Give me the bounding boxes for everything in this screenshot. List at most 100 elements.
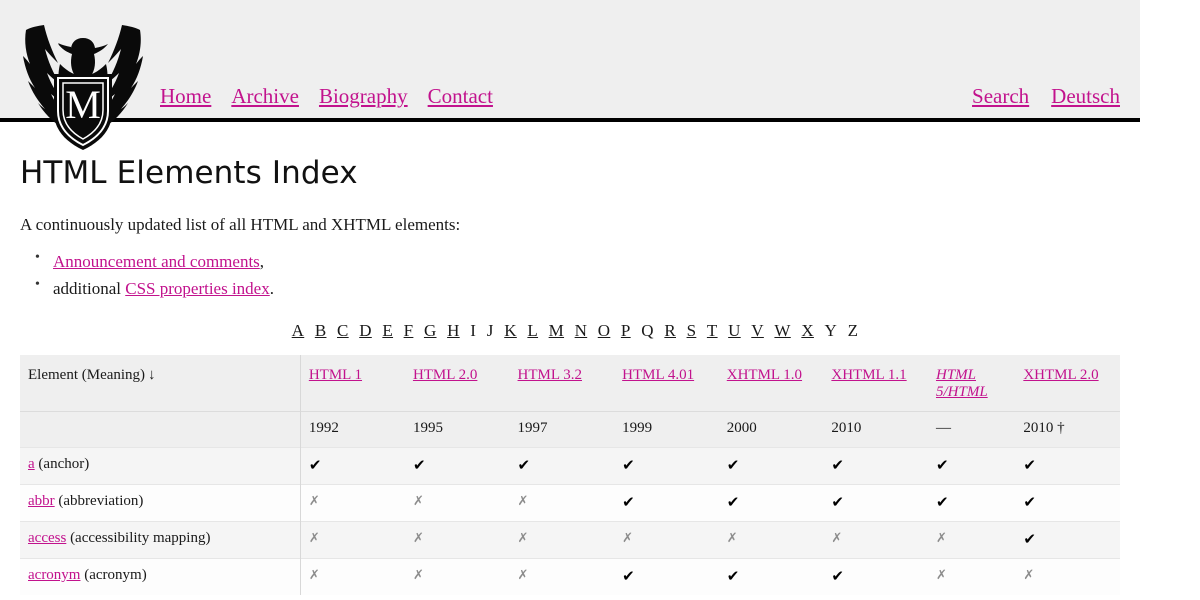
alpha-label-i: I (470, 321, 477, 341)
element-link[interactable]: acronym (28, 567, 80, 583)
column-header-xhtml20-link[interactable]: XHTML 2.0 (1023, 367, 1098, 383)
alpha-link-d[interactable]: D (359, 321, 372, 340)
alpha-link-s[interactable]: S (687, 321, 697, 340)
primary-navigation: Home Archive Biography Contact (160, 84, 509, 109)
column-header-html32-link[interactable]: HTML 3.2 (518, 367, 582, 383)
alpha-link-x[interactable]: X (801, 321, 814, 340)
unsupported-cross-icon: ✗ (517, 567, 529, 583)
list-item-punctuation: , (259, 252, 265, 271)
element-name-cell: access (accessibility mapping) (20, 520, 301, 559)
year-xhtml10: 2000 (718, 410, 824, 448)
element-link[interactable]: access (28, 530, 66, 546)
alpha-link-t[interactable]: T (707, 321, 718, 340)
element-meaning: (accessibility mapping) (66, 529, 211, 546)
announcement-link[interactable]: Announcement and comments (53, 252, 260, 271)
alpha-link-e[interactable]: E (382, 321, 393, 340)
alpha-link-g[interactable]: G (424, 321, 437, 340)
alpha-link-o[interactable]: O (598, 321, 611, 340)
year-html401: 1999 (614, 410, 719, 448)
support-cell: ✔ (1015, 483, 1120, 522)
utility-navigation: Search Deutsch (954, 84, 1120, 109)
element-link[interactable]: abbr (28, 493, 55, 509)
nav-item-deutsch[interactable]: Deutsch (1051, 84, 1120, 108)
table-header: Element (Meaning) ↓ HTML 1 HTML 2.0 HTML … (20, 355, 1120, 448)
support-cell: ✗ (509, 483, 615, 522)
table-body: a (anchor) ✔ ✔ ✔ ✔ ✔ ✔ ✔ ✔ abbr (abbreviation) ✗ ✗ ✗… (20, 446, 1120, 596)
support-cell: ✔ (823, 483, 928, 522)
alpha-link-l[interactable]: L (527, 321, 538, 340)
support-cell: ✗ (509, 557, 615, 596)
year-html32: 1997 (509, 410, 615, 448)
support-cell: ✗ (927, 557, 1016, 596)
supported-check-icon: ✔ (831, 455, 844, 474)
column-header-html401[interactable]: HTML 4.01 (614, 355, 719, 412)
alpha-link-p[interactable]: P (621, 321, 631, 340)
support-cell: ✔ (404, 446, 510, 485)
alpha-link-b[interactable]: B (315, 321, 327, 340)
support-cell: ✗ (404, 520, 510, 559)
supported-check-icon: ✔ (1023, 492, 1036, 511)
nav-item-biography[interactable]: Biography (319, 84, 408, 108)
support-cell: ✗ (300, 520, 405, 559)
alpha-link-v[interactable]: V (751, 321, 764, 340)
column-header-html5-link[interactable]: HTML 5/HTML (936, 367, 988, 400)
support-cell: ✗ (823, 520, 928, 559)
alpha-link-m[interactable]: M (549, 321, 564, 340)
support-cell: ✔ (614, 483, 719, 522)
year-html1: 1992 (300, 410, 405, 448)
nav-item-contact[interactable]: Contact (428, 84, 493, 108)
css-properties-index-link[interactable]: CSS properties index (125, 279, 270, 298)
alpha-link-c[interactable]: C (337, 321, 349, 340)
sort-descending-icon[interactable]: ↓ (145, 367, 156, 383)
unsupported-cross-icon: ✗ (412, 530, 424, 546)
column-header-xhtml10-link[interactable]: XHTML 1.0 (727, 367, 802, 383)
alpha-link-h[interactable]: H (447, 321, 460, 340)
eagle-shield-logo[interactable]: M (18, 2, 148, 152)
support-cell: ✗ (404, 557, 510, 596)
support-cell: ✔ (927, 446, 1016, 485)
unsupported-cross-icon: ✗ (935, 567, 947, 583)
alpha-link-w[interactable]: W (774, 321, 790, 340)
nav-item-home[interactable]: Home (160, 84, 211, 108)
nav-item-archive[interactable]: Archive (231, 84, 299, 108)
alpha-link-u[interactable]: U (728, 321, 741, 340)
column-header-xhtml10[interactable]: XHTML 1.0 (718, 355, 824, 412)
support-cell: ✔ (927, 483, 1016, 522)
column-header-html401-link[interactable]: HTML 4.01 (622, 367, 694, 383)
nav-item-search[interactable]: Search (972, 84, 1029, 108)
support-cell: ✗ (614, 520, 719, 559)
column-header-html32[interactable]: HTML 3.2 (509, 355, 615, 412)
element-name-cell: acronym (acronym) (20, 557, 301, 596)
element-link[interactable]: a (28, 456, 35, 472)
alpha-link-n[interactable]: N (575, 321, 588, 340)
alpha-link-a[interactable]: A (292, 321, 305, 340)
support-cell: ✗ (718, 520, 824, 559)
table-row: abbr (abbreviation) ✗ ✗ ✗ ✔ ✔ ✔ ✔ ✔ (20, 483, 1120, 522)
year-html2: 1995 (404, 410, 510, 448)
supported-check-icon: ✔ (726, 492, 740, 511)
alpha-link-k[interactable]: K (504, 321, 517, 340)
column-header-html1[interactable]: HTML 1 (300, 355, 405, 412)
column-header-xhtml11[interactable]: XHTML 1.1 (823, 355, 928, 412)
table-row: acronym (acronym) ✗ ✗ ✗ ✔ ✔ ✔ ✗ ✗ (20, 557, 1120, 596)
column-header-html5[interactable]: HTML 5/HTML (927, 355, 1016, 412)
column-header-xhtml11-link[interactable]: XHTML 1.1 (831, 367, 906, 383)
supported-check-icon: ✔ (412, 455, 426, 474)
alpha-link-r[interactable]: R (664, 321, 676, 340)
list-item-prefix: additional (53, 279, 126, 299)
page-intro-text: A continuously updated list of all HTML … (20, 215, 461, 234)
alpha-link-f[interactable]: F (404, 321, 414, 340)
column-header-xhtml20[interactable]: XHTML 2.0 (1015, 355, 1120, 412)
supported-check-icon: ✔ (622, 566, 635, 585)
column-header-html2[interactable]: HTML 2.0 (404, 355, 510, 412)
support-cell: ✗ (300, 557, 405, 596)
column-header-html1-link[interactable]: HTML 1 (309, 367, 362, 383)
column-header-element-label: Element (Meaning) (28, 367, 146, 384)
year-xhtml11: 2010 (823, 410, 928, 448)
column-header-html2-link[interactable]: HTML 2.0 (413, 367, 477, 383)
year-html5: — (927, 410, 1016, 448)
support-cell: ✗ (509, 520, 615, 559)
column-header-element[interactable]: Element (Meaning) ↓ (20, 355, 301, 412)
element-meaning: (abbreviation) (54, 492, 144, 509)
unsupported-cross-icon: ✗ (412, 493, 424, 509)
